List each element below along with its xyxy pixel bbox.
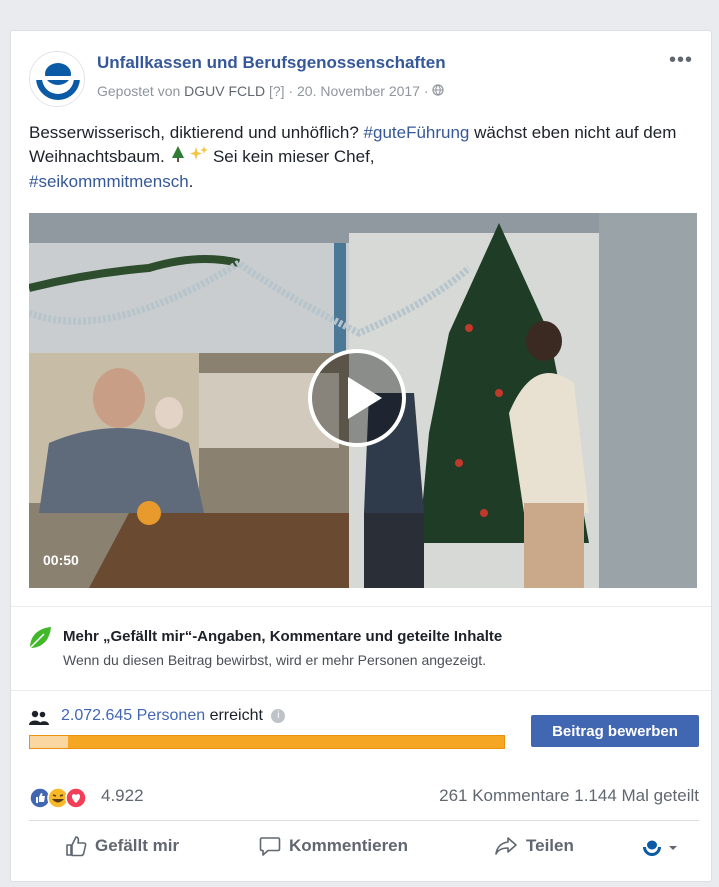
action-bar: Gefällt mir Kommentieren Teilen — [29, 820, 699, 872]
video-player[interactable]: 00:50 — [29, 213, 697, 588]
reach-section: 2.072.645 Personen erreicht i Beitrag be… — [29, 707, 699, 767]
dguv-logo-icon — [30, 52, 84, 106]
info-icon[interactable]: i — [271, 708, 286, 723]
comment-button[interactable]: Kommentieren — [259, 835, 408, 857]
thumbs-up-icon — [66, 836, 87, 857]
comments-shares: 261 Kommentare 1.144 Mal geteilt — [439, 786, 699, 806]
hashtag-gutefuehrung-link[interactable]: #guteFührung — [364, 123, 470, 142]
share-icon — [495, 837, 517, 855]
globe-icon — [432, 83, 445, 99]
reaction-count[interactable]: 4.922 — [101, 786, 144, 806]
meta-separator: · — [423, 83, 429, 99]
engagement-stats: 4.922 261 Kommentare 1.144 Mal geteilt — [29, 783, 699, 813]
post-meta: Gepostet von DGUV FCLD [?] · 20. Novembe… — [97, 83, 445, 99]
author-marker: [?] — [268, 83, 285, 99]
page-name-link[interactable]: Unfallkassen und Berufsgenossenschaften — [97, 53, 446, 73]
page-avatar[interactable] — [29, 51, 85, 107]
like-reaction-icon — [29, 787, 51, 809]
post-header: Unfallkassen und Berufsgenossenschaften … — [29, 49, 693, 109]
post-text-segment: Sei kein mieser Chef, — [212, 147, 375, 166]
hashtag-seikommmitmensch-link[interactable]: #seikommmitmensch — [29, 172, 189, 191]
comment-icon — [259, 837, 281, 856]
more-dots-icon[interactable]: ••• — [669, 49, 693, 72]
people-icon — [29, 710, 49, 725]
leaf-icon — [29, 627, 51, 649]
reach-text: 2.072.645 Personen erreicht i — [61, 707, 286, 725]
page-selector-button[interactable] — [641, 837, 689, 857]
haha-reaction-icon — [47, 787, 69, 809]
play-icon[interactable] — [308, 349, 406, 447]
post-text-segment: Besserwisserisch, diktierend und unhöfli… — [29, 123, 359, 142]
comment-label: Kommentieren — [289, 836, 409, 855]
post-card: Unfallkassen und Berufsgenossenschaften … — [10, 30, 712, 882]
comments-count-link[interactable]: 261 Kommentare — [439, 786, 569, 805]
reach-progress-bar — [29, 735, 505, 749]
like-label: Gefällt mir — [95, 836, 180, 855]
reaction-icons[interactable] — [29, 787, 99, 809]
reach-count-link[interactable]: 2.072.645 Personen — [61, 707, 205, 724]
share-button[interactable]: Teilen — [494, 835, 574, 857]
christmas-tree-icon — [170, 145, 186, 170]
author-link[interactable]: DGUV FCLD — [184, 83, 265, 99]
promo-banner: Mehr „Gefällt mir“-Angaben, Kommentare u… — [11, 606, 711, 691]
boost-post-button[interactable]: Beitrag bewerben — [531, 715, 699, 747]
like-button[interactable]: Gefällt mir — [65, 835, 179, 857]
reach-progress-fill — [30, 736, 68, 748]
post-text: Besserwisserisch, diktierend und unhöfli… — [29, 121, 689, 194]
page-avatar-dropdown-icon — [643, 840, 677, 856]
post-text-end: . — [188, 172, 194, 192]
shares-count-link[interactable]: 1.144 Mal geteilt — [574, 786, 699, 805]
promo-subtitle: Wenn du diesen Beitrag bewirbst, wird er… — [63, 652, 487, 668]
sparkles-icon — [190, 145, 209, 170]
love-reaction-icon — [65, 787, 87, 809]
promo-title: Mehr „Gefällt mir“-Angaben, Kommentare u… — [63, 628, 503, 645]
post-date-link[interactable]: 20. November 2017 — [297, 83, 420, 99]
reach-suffix: erreicht — [209, 707, 263, 724]
posted-by-label: Gepostet von — [97, 83, 181, 99]
meta-separator: · — [288, 83, 294, 99]
share-label: Teilen — [526, 836, 574, 855]
video-duration: 00:50 — [43, 552, 79, 568]
